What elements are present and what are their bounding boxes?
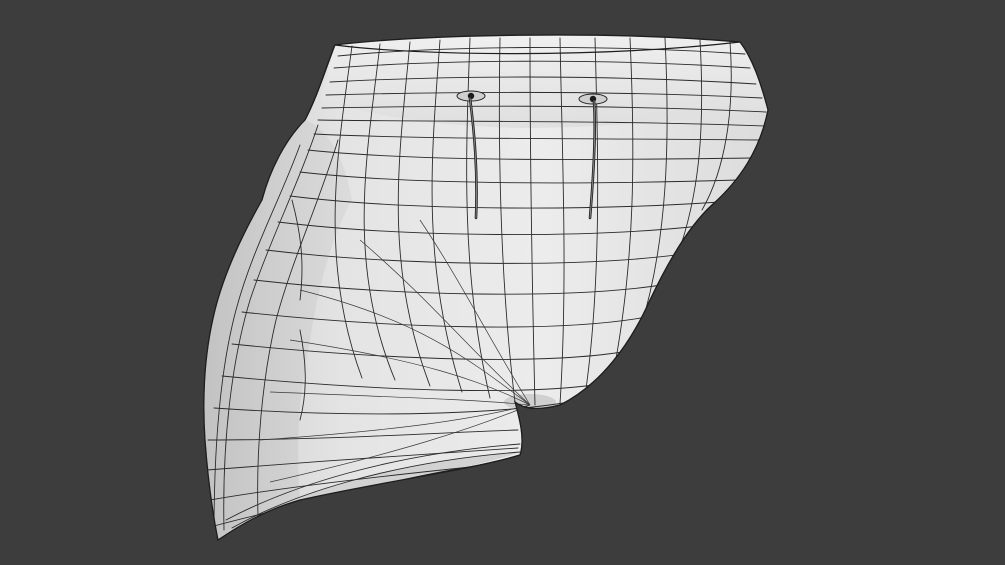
mesh-render[interactable] xyxy=(0,0,1005,565)
3d-viewport[interactable] xyxy=(0,0,1005,565)
shorts-mesh[interactable] xyxy=(203,34,769,542)
